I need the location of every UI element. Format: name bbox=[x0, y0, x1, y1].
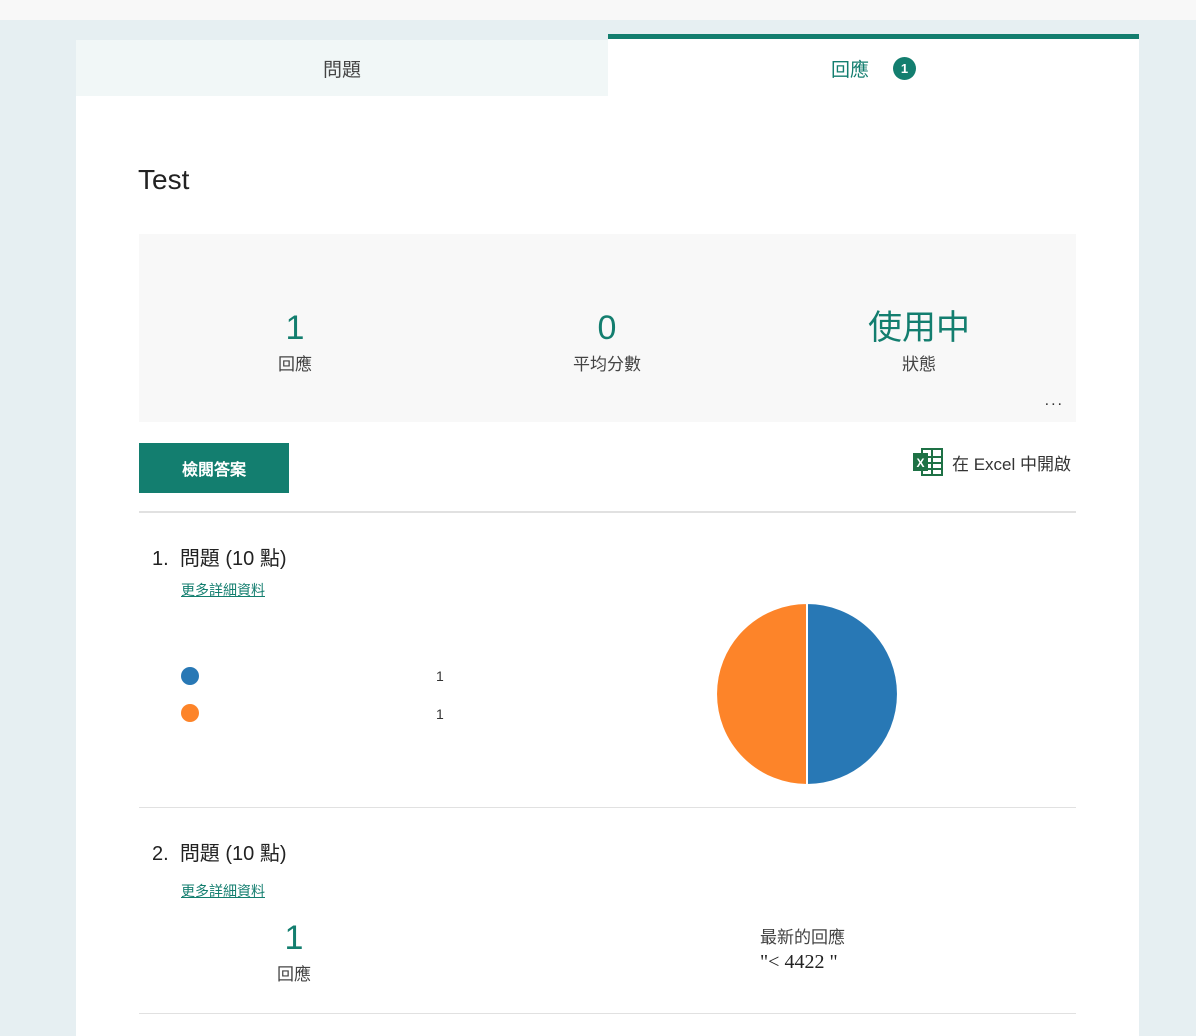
summary-panel: 1 回應 0 平均分數 使用中狀態 ... bbox=[139, 234, 1076, 422]
tab-bar: 問題 回應 1 bbox=[76, 34, 1139, 97]
tab-responses-label: 回應 bbox=[830, 60, 869, 81]
pie-slice-1[interactable] bbox=[806, 602, 899, 786]
stat-value: 1 bbox=[284, 919, 304, 957]
open-in-excel-button[interactable]: X 在 Excel 中開啟 bbox=[912, 448, 1071, 476]
question-number: 1. bbox=[152, 548, 169, 570]
legend-dot-orange bbox=[181, 704, 199, 722]
legend-count-1: 1 bbox=[436, 668, 444, 684]
question-1-details-link[interactable]: 更多詳細資料 bbox=[181, 580, 265, 600]
stat-value: 0 bbox=[597, 309, 617, 347]
stat-value: 使用中 bbox=[868, 309, 970, 347]
question-title: 問題 (10 點) bbox=[179, 843, 287, 865]
question-2-response-count: 1 回應 bbox=[194, 918, 394, 985]
stat-label: 狀態 bbox=[902, 355, 936, 374]
stat-value: 1 bbox=[285, 309, 305, 347]
latest-response-value: "< 4422 " bbox=[760, 951, 838, 973]
tab-questions-label: 問題 bbox=[322, 59, 361, 81]
question-2-details-link[interactable]: 更多詳細資料 bbox=[181, 881, 265, 901]
question-1-title: 1. 問題 (10 點) bbox=[152, 542, 287, 571]
open-in-excel-label: 在 Excel 中開啟 bbox=[951, 454, 1071, 474]
form-title: Test bbox=[138, 164, 190, 195]
excel-icon: X bbox=[912, 448, 943, 476]
legend-dot-blue bbox=[181, 667, 199, 685]
responses-count-badge: 1 bbox=[893, 57, 916, 80]
divider bbox=[139, 511, 1076, 513]
question-2-title: 2. 問題 (10 點) bbox=[152, 837, 287, 866]
legend-count-2: 1 bbox=[436, 706, 444, 722]
stat-responses: 1 回應 bbox=[195, 308, 395, 375]
stat-average-score: 0 平均分數 bbox=[507, 308, 707, 375]
more-options-button[interactable]: ... bbox=[1045, 392, 1064, 410]
review-answers-button[interactable]: 檢閱答案 bbox=[139, 443, 289, 493]
tab-responses[interactable]: 回應 1 bbox=[608, 34, 1139, 97]
top-bar bbox=[0, 0, 1196, 20]
pie-chart bbox=[715, 602, 899, 786]
stat-label: 回應 bbox=[278, 355, 312, 374]
divider bbox=[139, 1013, 1076, 1014]
stat-label: 平均分數 bbox=[573, 355, 641, 374]
latest-response-label: 最新的回應 bbox=[760, 928, 845, 947]
question-title: 問題 (10 點) bbox=[179, 548, 287, 570]
stat-label: 回應 bbox=[277, 965, 311, 984]
question-number: 2. bbox=[152, 843, 169, 865]
pie-slice-2[interactable] bbox=[715, 602, 808, 786]
svg-text:X: X bbox=[916, 456, 924, 470]
responses-card: Test 1 回應 0 平均分數 使用中狀態 ... 檢閱答案 X 在 Excel … bbox=[76, 96, 1139, 1036]
tab-questions[interactable]: 問題 bbox=[76, 40, 608, 96]
divider bbox=[139, 807, 1076, 808]
stat-status: 使用中 狀態 bbox=[819, 308, 1019, 375]
